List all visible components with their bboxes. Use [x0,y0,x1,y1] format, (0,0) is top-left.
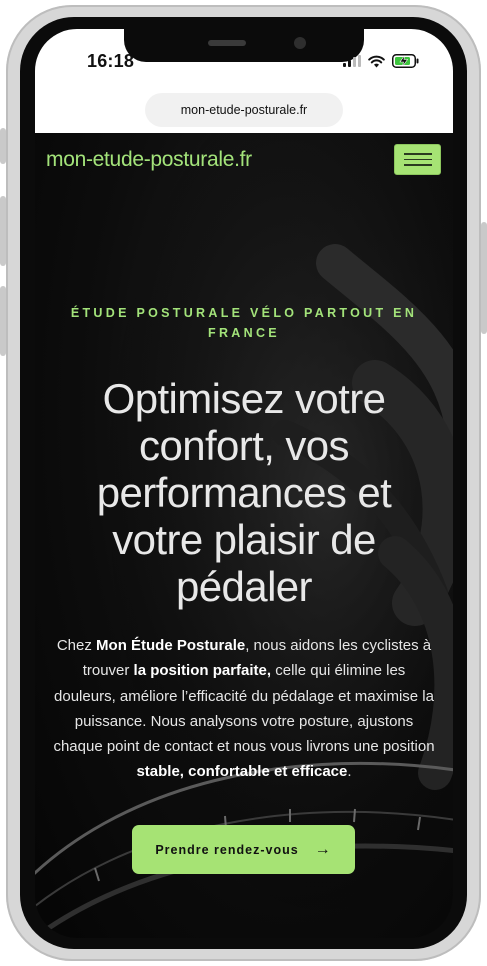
site-header: mon-etude-posturale.fr [35,133,453,193]
front-camera [294,37,306,49]
browser-top-bar: 16:18 mon-etude-posturale.fr [35,29,453,133]
notch [124,29,364,62]
intro-strong-text: stable, confortable et efficace [136,763,348,781]
intro-strong-text: Mon Étude Posturale [96,637,246,654]
arrow-right-icon: → [314,840,332,858]
site-logo[interactable]: mon-etude-posturale.fr [46,148,252,172]
cta-label: Prendre rendez-vous [155,842,299,857]
signal-icon [343,55,361,67]
phone-screen: 16:18 mon-etude-posturale.fr mon-etude-p… [35,29,453,938]
hero-section: mon-etude-posturale.fr ÉTUDE POSTURALE V… [35,133,453,938]
power-button [481,222,487,334]
hamburger-line [403,158,432,161]
address-bar-url: mon-etude-posturale.fr [180,103,308,117]
device-mockup: 16:18 mon-etude-posturale.fr mon-etude-p… [0,0,487,966]
status-time: 16:18 [87,51,135,71]
intro-strong-text: la position parfaite, [133,662,272,680]
status-icons [343,53,419,69]
intro-text: . [347,763,352,781]
hamburger-line [403,153,432,155]
hero-intro: Chez Mon Étude Posturale, nous aidons le… [51,633,437,785]
address-bar[interactable]: mon-etude-posturale.fr [145,93,343,127]
hamburger-menu-button[interactable] [394,144,441,175]
speaker-grille [208,40,246,46]
book-appointment-button[interactable]: Prendre rendez-vous → [132,825,355,874]
wifi-icon [368,55,385,67]
hero-eyebrow: ÉTUDE POSTURALE VÉLO PARTOUT EN FRANCE [70,306,418,340]
hero-headline: Optimisez votre confort, vos performance… [96,375,392,610]
intro-text: Chez [56,637,97,654]
hamburger-line [403,164,432,166]
battery-charging-icon [392,54,419,68]
